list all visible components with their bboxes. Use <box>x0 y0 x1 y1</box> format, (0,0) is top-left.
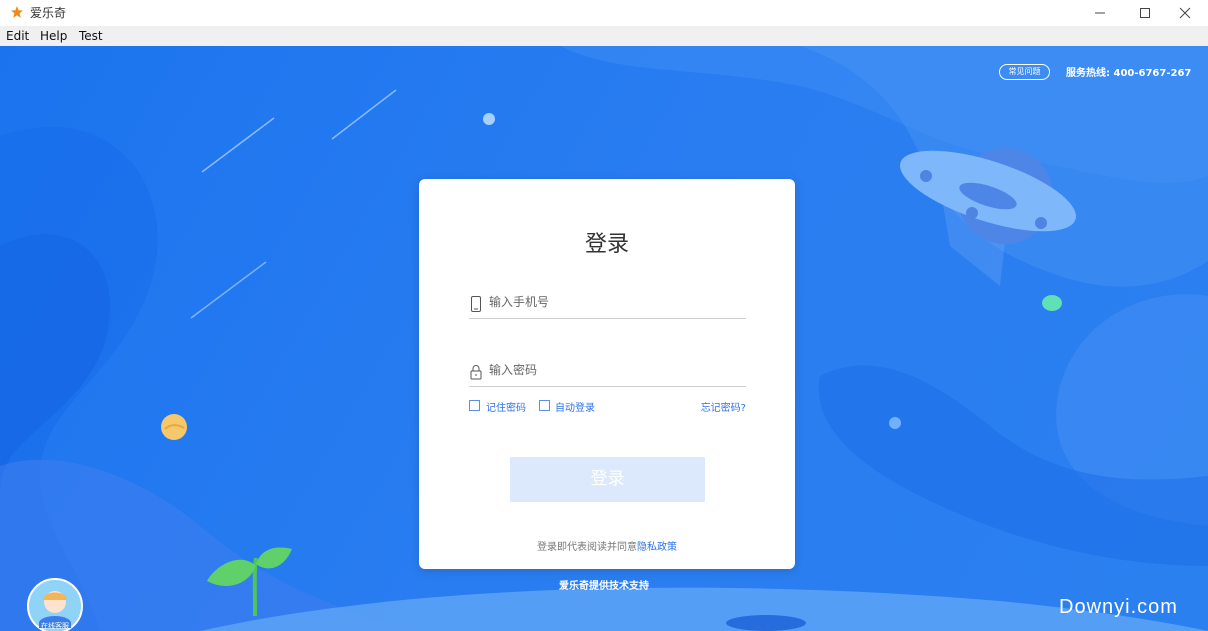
lock-icon <box>470 365 482 380</box>
agreement-prefix: 登录即代表阅读并同意 <box>537 542 637 553</box>
menu-edit[interactable]: Edit <box>6 29 29 43</box>
menu-test[interactable]: Test <box>79 29 103 43</box>
menu-bar: Edit Help Test <box>0 26 1208 47</box>
faq-button[interactable]: 常见问题 <box>999 64 1050 80</box>
minimize-button[interactable] <box>1077 0 1123 26</box>
password-field <box>469 360 746 387</box>
minimize-icon <box>1095 12 1105 14</box>
service-badge-text: 在线客服 <box>41 621 69 630</box>
login-screen: 常见问题 服务热线: 400-6767-267 登录 记住密码 自动登录 忘记密 <box>0 46 1208 631</box>
remember-checkbox[interactable] <box>469 400 480 411</box>
maximize-icon <box>1140 8 1150 18</box>
online-service-button[interactable]: 在线客服 <box>27 578 83 631</box>
password-input[interactable] <box>489 363 739 377</box>
login-title: 登录 <box>584 232 629 257</box>
agreement-text: 登录即代表阅读并同意隐私政策 <box>419 538 795 553</box>
privacy-policy-link[interactable]: 隐私政策 <box>637 542 677 553</box>
tech-support-text: 爱乐奇提供技术支持 <box>559 581 649 592</box>
auto-login-label[interactable]: 自动登录 <box>555 399 595 414</box>
title-bar: 爱乐奇 <box>0 0 1208 26</box>
auto-login-checkbox[interactable] <box>539 400 550 411</box>
login-options: 记住密码 自动登录 忘记密码? <box>469 398 746 414</box>
menu-help[interactable]: Help <box>40 29 67 43</box>
app-logo-icon <box>11 6 23 18</box>
window-title: 爱乐奇 <box>30 6 67 20</box>
login-card: 登录 记住密码 自动登录 忘记密码? 登录 登录即代表阅读并同 <box>419 179 795 569</box>
forgot-password-link[interactable]: 忘记密码? <box>701 399 746 414</box>
watermark-text: Downyi.com <box>1059 596 1178 618</box>
phone-input[interactable] <box>489 295 739 309</box>
close-icon <box>1179 7 1191 19</box>
phone-icon <box>471 296 481 312</box>
phone-field <box>469 292 746 319</box>
close-button[interactable] <box>1162 0 1208 26</box>
service-hotline: 服务热线: 400-6767-267 <box>1066 68 1192 79</box>
login-button[interactable]: 登录 <box>510 457 705 502</box>
remember-label[interactable]: 记住密码 <box>486 399 526 414</box>
